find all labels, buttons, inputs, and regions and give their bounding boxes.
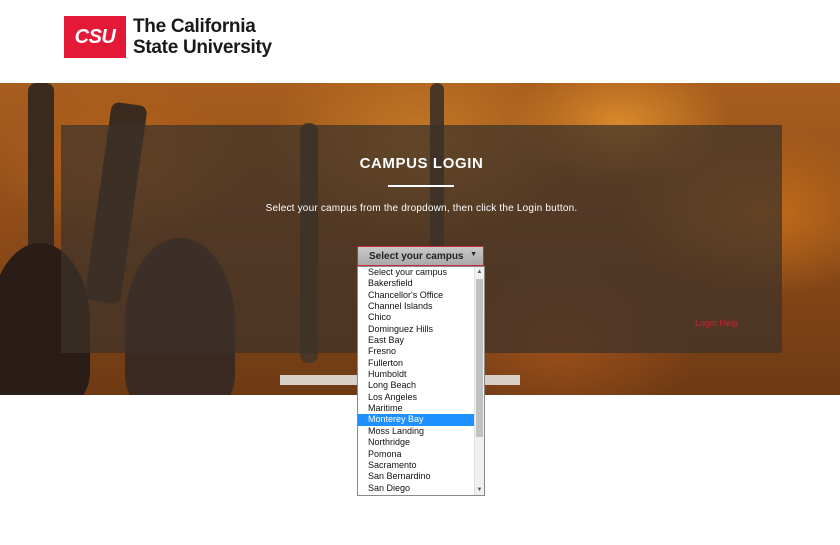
campus-option[interactable]: East Bay xyxy=(358,335,484,346)
campus-option[interactable]: Fullerton xyxy=(358,358,484,369)
campus-option[interactable]: Humboldt xyxy=(358,369,484,380)
campus-option[interactable]: Los Angeles xyxy=(358,392,484,403)
campus-select[interactable]: Select your campus ▼ xyxy=(357,246,484,266)
campus-option[interactable]: Bakersfield xyxy=(358,278,484,289)
campus-option[interactable]: Channel Islands xyxy=(358,301,484,312)
campus-option[interactable]: Pomona xyxy=(358,449,484,460)
dropdown-scrollbar[interactable]: ▲ ▼ xyxy=(474,267,484,495)
title-divider xyxy=(388,185,454,187)
campus-dropdown-list[interactable]: Select your campus Bakersfield Chancellor'… xyxy=(357,266,485,496)
logo-name-line2: State University xyxy=(133,37,272,58)
campus-option[interactable]: San Diego xyxy=(358,483,484,494)
campus-option[interactable]: San Bernardino xyxy=(358,471,484,482)
scroll-thumb[interactable] xyxy=(476,279,483,437)
campus-option[interactable]: Long Beach xyxy=(358,380,484,391)
campus-option[interactable]: Dominguez Hills xyxy=(358,324,484,335)
scroll-up-arrow-icon[interactable]: ▲ xyxy=(475,267,484,277)
page-title: CAMPUS LOGIN xyxy=(359,155,484,172)
campus-option[interactable]: Sacramento xyxy=(358,460,484,471)
campus-select-value: Select your campus xyxy=(369,251,464,262)
header: CSU The California State University xyxy=(0,0,840,83)
campus-options: Select your campus Bakersfield Chancellor'… xyxy=(358,267,484,494)
campus-option[interactable]: Select your campus xyxy=(358,267,484,278)
chevron-down-icon: ▼ xyxy=(470,251,477,258)
page: CSU The California State University CAMP… xyxy=(0,0,840,545)
csu-logo-mark: CSU xyxy=(64,16,126,58)
campus-option[interactable]: Monterey Bay xyxy=(358,414,484,426)
campus-option[interactable]: Chico xyxy=(358,312,484,323)
campus-option[interactable]: Chancellor's Office xyxy=(358,290,484,301)
scroll-down-arrow-icon[interactable]: ▼ xyxy=(475,485,484,495)
csu-logo-wordmark: The California State University xyxy=(133,16,272,58)
campus-option[interactable]: Northridge xyxy=(358,437,484,448)
campus-option[interactable]: Fresno xyxy=(358,346,484,357)
csu-logo[interactable]: CSU The California State University xyxy=(64,16,272,58)
campus-option[interactable]: Maritime xyxy=(358,403,484,414)
login-help-link[interactable]: Login Help xyxy=(695,318,738,328)
campus-option[interactable]: Moss Landing xyxy=(358,426,484,437)
login-instructions: Select your campus from the dropdown, th… xyxy=(265,203,578,214)
logo-name-line1: The California xyxy=(133,16,256,37)
